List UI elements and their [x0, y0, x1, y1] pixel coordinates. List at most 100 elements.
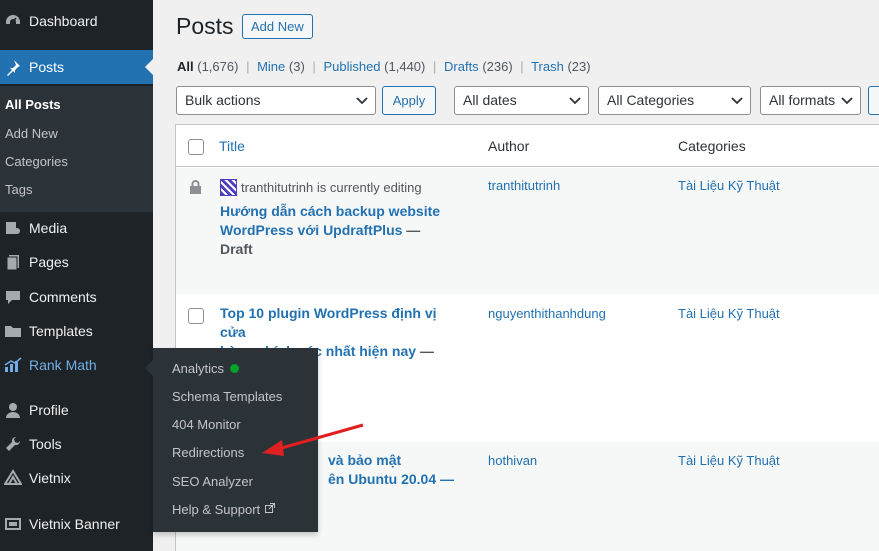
sidebar-item-label: Profile	[29, 402, 69, 418]
bulk-actions-value: Bulk actions	[185, 92, 261, 108]
sidebar-item-label: Vietnix Banner	[29, 516, 120, 532]
view-separator: |	[433, 59, 437, 74]
view-separator: |	[520, 59, 524, 74]
filter-button[interactable]	[868, 86, 879, 115]
view-drafts-link[interactable]: Drafts	[444, 59, 479, 74]
lock-icon	[189, 180, 202, 198]
sidebar-item-label: Media	[29, 220, 68, 236]
post-author-link[interactable]: hothivan	[488, 453, 537, 468]
post-title-line: WordPress với UpdraftPlus	[220, 222, 403, 238]
flyout-item-label: Analytics	[172, 361, 225, 376]
submenu-add-new[interactable]: Add New	[5, 126, 58, 141]
date-filter-select[interactable]: All dates	[454, 86, 589, 115]
submenu-all-posts[interactable]: All Posts	[5, 97, 61, 112]
category-filter-select[interactable]: All Categories	[598, 86, 751, 115]
sidebar-item-label: Posts	[29, 59, 65, 75]
sidebar-item-templates[interactable]: Templates	[0, 314, 153, 348]
chevron-down-icon	[841, 87, 853, 124]
format-filter-value: All formats	[769, 92, 836, 108]
view-published-link[interactable]: Published	[323, 59, 380, 74]
view-trash-count: (23)	[567, 59, 591, 74]
folder-icon	[4, 322, 22, 340]
post-title-line: Top 10 plugin WordPress định vị cửa	[220, 305, 437, 340]
submenu-tags[interactable]: Tags	[5, 182, 32, 197]
sidebar-item-tools[interactable]: Tools	[0, 427, 153, 461]
flyout-item-analytics[interactable]: Analytics	[172, 361, 240, 376]
flyout-item-404-monitor[interactable]: 404 Monitor	[172, 417, 241, 432]
user-icon	[4, 401, 22, 419]
sidebar-item-rank-math[interactable]: Rank Math	[0, 348, 153, 382]
view-separator: |	[312, 59, 316, 74]
column-title-header[interactable]: Title	[219, 138, 245, 154]
select-all-checkbox[interactable]	[188, 139, 204, 155]
sidebar-item-label: Templates	[29, 323, 93, 339]
table-header: Title Author Categories	[176, 125, 879, 167]
editing-notice-text: tranthitutrinh is currently editing	[241, 180, 422, 195]
post-title-line: ên Ubuntu 20.04 —	[328, 471, 455, 487]
post-category-link[interactable]: Tài Liệu Kỹ Thuật	[678, 178, 780, 193]
sidebar-item-dashboard[interactable]: Dashboard	[0, 4, 153, 38]
post-status-filter: All (1,676) | Mine (3) | Published (1,44…	[177, 59, 591, 74]
view-all-count: (1,676)	[197, 59, 239, 74]
flyout-item-schema-templates[interactable]: Schema Templates	[172, 389, 282, 404]
column-author-header: Author	[488, 138, 530, 154]
row-checkbox[interactable]	[188, 308, 204, 324]
apply-button[interactable]: Apply	[382, 86, 436, 115]
post-title-link[interactable]: Hướng dẫn cách backup website WordPress …	[220, 202, 450, 259]
chevron-down-icon	[356, 87, 368, 124]
view-published-count: (1,440)	[384, 59, 426, 74]
sidebar-item-pages[interactable]: Pages	[0, 245, 153, 279]
post-author-link[interactable]: nguyenthithanhdung	[488, 306, 606, 321]
rank-math-flyout-menu: Analytics Schema Templates 404 Monitor R…	[145, 348, 318, 532]
submenu-categories[interactable]: Categories	[5, 154, 68, 169]
editing-notice: tranthitutrinh is currently editing	[220, 179, 422, 196]
chevron-down-icon	[731, 87, 743, 124]
view-separator: |	[246, 59, 250, 74]
chevron-down-icon	[569, 87, 581, 124]
add-new-button[interactable]: Add New	[242, 14, 313, 39]
status-dot-icon	[230, 364, 240, 373]
sidebar-item-label: Dashboard	[29, 13, 98, 29]
sidebar-item-comments[interactable]: Comments	[0, 280, 153, 314]
admin-sidebar: Dashboard Posts All Posts Add New Catego…	[0, 0, 153, 551]
column-categories-header: Categories	[678, 138, 746, 154]
vietnix-icon	[4, 469, 22, 487]
date-filter-value: All dates	[463, 92, 517, 108]
sidebar-item-label: Comments	[29, 289, 97, 305]
post-title-link[interactable]: và bảo mật ên Ubuntu 20.04 —	[328, 451, 468, 489]
sidebar-item-posts[interactable]: Posts	[0, 50, 153, 84]
format-filter-select[interactable]: All formats	[760, 86, 861, 115]
sidebar-item-label: Tools	[29, 436, 62, 452]
view-mine-count: (3)	[288, 59, 305, 74]
view-mine-link[interactable]: Mine	[257, 59, 285, 74]
avatar	[220, 179, 237, 196]
sidebar-item-vietnix-banner[interactable]: Vietnix Banner	[0, 507, 153, 541]
view-drafts-count: (236)	[482, 59, 513, 74]
sidebar-item-media[interactable]: Media	[0, 211, 153, 245]
post-category-link[interactable]: Tài Liệu Kỹ Thuật	[678, 453, 780, 468]
pushpin-icon	[4, 58, 22, 76]
wrench-icon	[4, 435, 22, 453]
post-title-line: Hướng dẫn cách backup website	[220, 203, 441, 219]
rank-math-icon	[4, 356, 22, 374]
post-category-link[interactable]: Tài Liệu Kỹ Thuật	[678, 306, 780, 321]
dashboard-icon	[4, 12, 22, 30]
sidebar-item-profile[interactable]: Profile	[0, 393, 153, 427]
post-author-link[interactable]: tranthitutrinh	[488, 178, 560, 193]
page-title: Posts	[176, 13, 234, 39]
category-filter-value: All Categories	[607, 92, 695, 108]
comment-icon	[4, 288, 22, 306]
sidebar-item-label: Pages	[29, 254, 69, 270]
flyout-item-help-support[interactable]: Help & Support	[172, 502, 276, 517]
posts-submenu: All Posts Add New Categories Tags	[0, 86, 153, 212]
flyout-item-seo-analyzer[interactable]: SEO Analyzer	[172, 474, 253, 489]
external-link-icon	[265, 503, 276, 516]
post-title-line: và bảo mật	[328, 452, 402, 468]
view-trash-link[interactable]: Trash	[531, 59, 564, 74]
bulk-actions-select[interactable]: Bulk actions	[176, 86, 376, 115]
sidebar-item-label: Rank Math	[29, 357, 97, 373]
sidebar-item-vietnix[interactable]: Vietnix	[0, 461, 153, 495]
view-all-link[interactable]: All	[177, 59, 194, 74]
media-icon	[4, 219, 22, 237]
flyout-item-redirections[interactable]: Redirections	[172, 445, 244, 460]
